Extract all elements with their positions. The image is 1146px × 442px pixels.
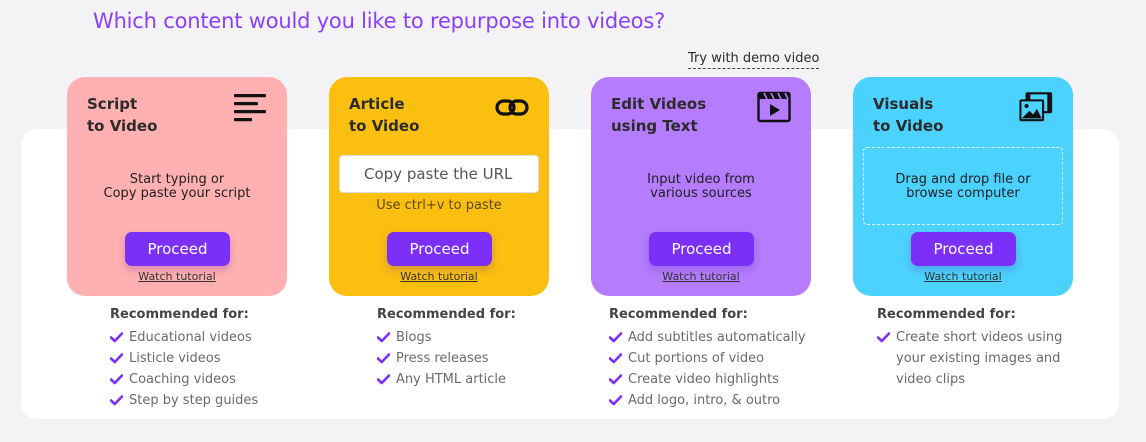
watch-tutorial-link[interactable]: Watch tutorial — [67, 270, 287, 283]
recommended-item: Add subtitles automatically — [609, 327, 806, 348]
recommended-item-label: Press releases — [396, 351, 489, 366]
recommended-item: Educational videos — [110, 327, 258, 348]
recommended-item-label: Add subtitles automatically — [628, 330, 806, 345]
recommended-article: Recommended for: Blogs Press releases Any … — [377, 307, 516, 390]
proceed-button[interactable]: Proceed — [387, 232, 492, 266]
check-icon — [110, 332, 123, 343]
check-icon — [609, 395, 622, 406]
link-icon — [495, 99, 529, 116]
recommended-item-label: Listicle videos — [129, 351, 221, 366]
images-film-icon — [1019, 92, 1053, 122]
file-dropzone[interactable]: Drag and drop file or browse computer — [863, 147, 1063, 225]
recommended-title: Recommended for: — [110, 307, 249, 322]
recommended-item-label: Any HTML article — [396, 372, 507, 387]
recommended-item-label: video clips — [896, 372, 966, 387]
try-demo-video-link[interactable]: Try with demo video — [688, 51, 820, 69]
recommended-item-label: Educational videos — [129, 330, 252, 345]
card-description: Start typing or Copy paste your script — [103, 172, 251, 201]
recommended-item-label: Create short videos using — [896, 330, 1063, 345]
recommended-item: Press releases — [377, 348, 516, 369]
recommended-title: Recommended for: — [377, 307, 516, 322]
page-title: Which content would you like to repurpos… — [93, 9, 666, 33]
check-icon — [110, 374, 123, 385]
article-url-input[interactable] — [339, 155, 539, 193]
check-icon — [609, 332, 622, 343]
check-icon — [877, 332, 890, 343]
recommended-item: Listicle videos — [110, 348, 258, 369]
check-icon — [110, 395, 123, 406]
watch-tutorial-link[interactable]: Watch tutorial — [591, 270, 811, 283]
text-lines-icon — [234, 94, 266, 122]
recommended-item-label: Blogs — [396, 330, 432, 345]
visuals-to-video-card[interactable]: Visuals to Video Drag and drop file or b… — [853, 77, 1073, 296]
recommended-item: Create short videos using — [877, 327, 1062, 348]
watch-tutorial-link[interactable]: Watch tutorial — [853, 270, 1073, 283]
recommended-script: Recommended for: Educational videos Listi… — [110, 307, 258, 411]
dropzone-text: Drag and drop file or browse computer — [895, 172, 1031, 201]
recommended-item-label: Coaching videos — [129, 372, 236, 387]
paste-hint: Use ctrl+v to paste — [376, 198, 502, 213]
recommended-item: Add logo, intro, & outro — [609, 390, 806, 411]
proceed-button[interactable]: Proceed — [125, 232, 230, 266]
recommended-title: Recommended for: — [609, 307, 748, 322]
article-to-video-card[interactable]: Article to Video Use ctrl+v to paste Pro… — [329, 77, 549, 296]
recommended-item-label: Cut portions of video — [628, 351, 765, 366]
recommended-item: Step by step guides — [110, 390, 258, 411]
recommended-item-label: your existing images and — [896, 351, 1061, 366]
check-icon — [377, 332, 390, 343]
recommended-item-label: Add logo, intro, & outro — [628, 393, 781, 408]
recommended-visuals: Recommended for: Create short videos usi… — [877, 307, 1062, 390]
watch-tutorial-link[interactable]: Watch tutorial — [329, 270, 549, 283]
proceed-button[interactable]: Proceed — [649, 232, 754, 266]
edit-videos-card[interactable]: Edit Videos using Text Input video from … — [591, 77, 811, 296]
check-icon — [110, 353, 123, 364]
recommended-title: Recommended for: — [877, 307, 1016, 322]
recommended-item: Create video highlights — [609, 369, 806, 390]
card-title: Article to Video — [349, 95, 420, 135]
recommended-item: Cut portions of video — [609, 348, 806, 369]
card-title: Script to Video — [87, 95, 158, 135]
recommended-list: Blogs Press releases Any HTML article — [377, 327, 516, 390]
script-to-video-card[interactable]: Script to Video Start typing or Copy pas… — [67, 77, 287, 296]
check-icon — [609, 353, 622, 364]
video-clapper-icon — [757, 91, 791, 123]
recommended-list: Educational videos Listicle videos Coachin… — [110, 327, 258, 411]
recommended-item: Any HTML article — [377, 369, 516, 390]
recommended-item: video clips — [877, 369, 1062, 390]
recommended-list: Create short videos using your existing i… — [877, 327, 1062, 390]
recommended-item: your existing images and — [877, 348, 1062, 369]
check-icon — [377, 353, 390, 364]
card-title: Visuals to Video — [873, 95, 944, 135]
recommended-item: Blogs — [377, 327, 516, 348]
proceed-button[interactable]: Proceed — [911, 232, 1016, 266]
check-icon — [377, 374, 390, 385]
card-title: Edit Videos using Text — [611, 95, 707, 135]
recommended-edit: Recommended for: Add subtitles automatic… — [609, 307, 806, 411]
card-description: Input video from various sources — [647, 172, 755, 201]
recommended-item: Coaching videos — [110, 369, 258, 390]
check-icon — [609, 374, 622, 385]
recommended-item-label: Step by step guides — [129, 393, 259, 408]
recommended-list: Add subtitles automatically Cut portions … — [609, 327, 806, 411]
recommended-item-label: Create video highlights — [628, 372, 779, 387]
